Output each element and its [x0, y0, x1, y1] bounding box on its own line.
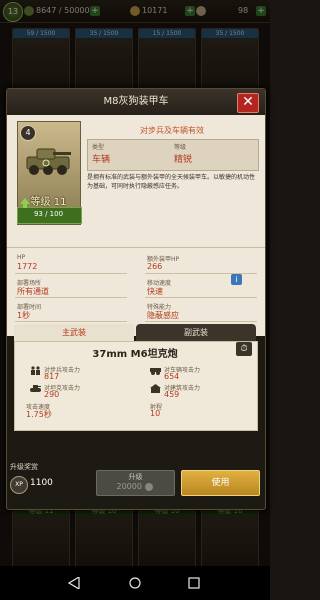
recents-icon[interactable]: [188, 577, 200, 589]
weapon-stat-value: 1.75秒: [26, 410, 52, 419]
upgrade-arrow-icon: [20, 198, 30, 208]
infantry-icon: [31, 366, 40, 375]
weapon-stat-tank: 对坦克攻击力 290: [30, 383, 140, 399]
stat-hp: HP 1772: [7, 254, 131, 274]
stat-value: 1772: [17, 262, 38, 271]
gold-icon: [144, 482, 153, 491]
weapon-stat-value: 654: [164, 372, 180, 381]
weapon-stat-building: 对建筑攻击力 459: [150, 383, 250, 399]
stat-move-speed: 移动速度 快速: [137, 278, 261, 298]
armored-car-icon: [26, 148, 71, 175]
weapon-stat-value: 290: [44, 390, 60, 399]
tab-secondary-weapon[interactable]: 副武装: [136, 324, 256, 341]
stat-special-ability: 特殊能力 隐蔽感应: [137, 302, 261, 322]
unit-detail-dialog: M8灰狗装甲车 ✕ 4 等级 11 93 / 100 对步兵及车辆有效 类型 车…: [6, 88, 266, 510]
weapon-stat-value: 459: [164, 390, 180, 399]
upgrade-cost: 20000: [97, 482, 174, 491]
close-button[interactable]: ✕: [237, 93, 259, 113]
back-icon[interactable]: [68, 577, 80, 589]
stat-deploy-location: 部署场所 所有通道: [7, 278, 131, 298]
vehicle-icon: [150, 368, 161, 375]
upgrade-button-label: 升级: [128, 473, 143, 481]
use-button[interactable]: 使用: [181, 470, 260, 496]
type-value: 车辆: [92, 155, 111, 165]
system-navigation-bar: [0, 566, 270, 600]
info-icon[interactable]: i: [231, 274, 242, 285]
dialog-title: M8灰狗装甲车: [103, 96, 169, 107]
weapon-stat-value: 10: [150, 409, 161, 418]
tank-icon: [30, 385, 41, 392]
upgrade-reward-label: 升级奖赏: [10, 463, 38, 471]
stat-value: 1秒: [17, 311, 31, 320]
weapon-stat-vehicle: 对车辆攻击力 654: [150, 365, 250, 381]
effectiveness-banner: 对步兵及车辆有效: [140, 126, 204, 135]
unit-description: 是拥有标准的武装与额外装甲的全天候装甲车。以敏捷的机动性为基础，可同时执行隐蔽感…: [87, 174, 256, 190]
stat-value: 所有通道: [17, 287, 49, 296]
stat-value: 隐蔽感应: [147, 311, 179, 320]
stat-extra-hp: 额外装甲HP 266: [137, 254, 261, 274]
tab-primary-weapon[interactable]: 主武装: [14, 324, 134, 341]
weapon-stat-attack-speed: 攻击速度 1.75秒: [16, 402, 126, 419]
xp-progress-text: 93 / 100: [33, 210, 64, 218]
stat-value: 快速: [147, 287, 163, 296]
weapon-name: 37mm M6坦克炮: [92, 349, 178, 360]
building-icon: [150, 384, 161, 393]
weapon-stat-infantry: 对步兵攻击力 817: [30, 365, 140, 381]
xp-icon: XP: [10, 476, 28, 494]
stopwatch-icon[interactable]: ⏱: [236, 342, 252, 356]
weapon-tabs: 主武装 副武装: [14, 324, 256, 341]
stat-label: HP: [17, 254, 26, 261]
upgrade-button[interactable]: 升级 20000: [96, 470, 175, 496]
upgrade-cost-value: 20000: [116, 482, 142, 491]
home-icon[interactable]: [129, 577, 141, 589]
weapon-stat-range: 射程 10: [136, 402, 246, 418]
unit-meta-box: 类型 车辆 等级 精锐: [87, 139, 259, 171]
stat-value: 266: [147, 262, 163, 271]
unit-stats-table: HP 1772 额外装甲HP 266 部署场所 所有通道 移动速度 快速 部署时…: [7, 247, 265, 336]
weapon-stat-value: 817: [44, 372, 60, 381]
type-label: 类型: [92, 144, 105, 151]
xp-reward-value: 1100: [30, 478, 53, 488]
grade-value: 精锐: [174, 155, 193, 165]
stat-deploy-time: 部署时间 1秒: [7, 302, 131, 322]
grade-label: 等级: [174, 144, 187, 151]
